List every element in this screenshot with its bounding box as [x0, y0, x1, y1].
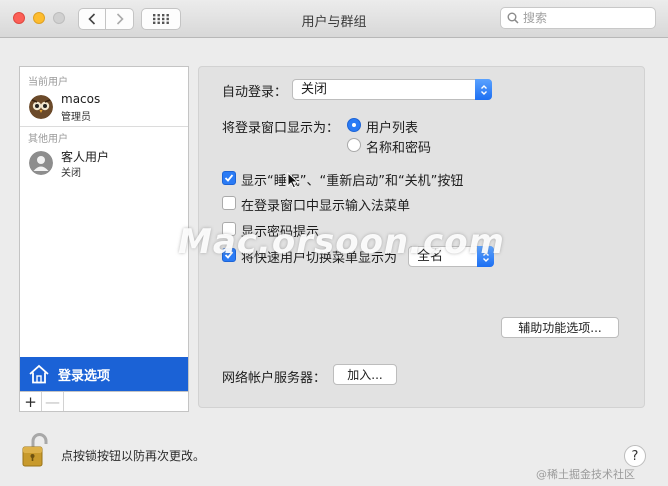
- auto-login-label: 自动登录：: [222, 85, 288, 100]
- network-server-label: 网络帐户服务器：: [222, 371, 327, 386]
- login-options-label: 登录选项: [58, 368, 111, 384]
- radio-name-password-label: 名称和密码: [366, 141, 432, 156]
- unlocked-padlock-icon: [22, 433, 48, 467]
- radio-user-list[interactable]: [347, 118, 361, 132]
- mouse-pointer-icon: [287, 172, 299, 189]
- current-users-label: 当前用户: [28, 77, 68, 88]
- checkbox-input-menu[interactable]: [222, 196, 236, 210]
- add-user-button[interactable]: +: [20, 392, 42, 411]
- guest-name: 客人用户: [61, 150, 110, 164]
- checkbox-input-menu-label: 在登录窗口中显示输入法菜单: [241, 199, 411, 214]
- search-field[interactable]: [500, 7, 656, 29]
- login-options-item[interactable]: 登录选项: [20, 357, 188, 391]
- users-sidebar: 当前用户 macos 管理员 其他用户 客人用户 关闭 登录选项: [19, 66, 189, 392]
- lock-hint-text: 点按锁按钮以防再次更改。: [61, 449, 206, 463]
- sidebar-divider: [20, 126, 188, 127]
- remove-user-button[interactable]: —: [42, 392, 64, 411]
- source-credit: @稀土掘金技术社区: [536, 468, 635, 481]
- user-role: 管理员: [61, 112, 91, 123]
- updown-chevron-icon: [475, 79, 492, 100]
- accessibility-options-button[interactable]: 辅助功能选项...: [501, 317, 619, 338]
- user-row-guest[interactable]: 客人用户 关闭: [20, 143, 188, 181]
- search-input[interactable]: [523, 11, 643, 25]
- title-bar: 用户与群组: [0, 0, 668, 38]
- guest-status: 关闭: [61, 168, 81, 179]
- help-button[interactable]: ?: [624, 445, 646, 467]
- checkmark-icon: [224, 174, 234, 182]
- radio-user-list-label: 用户列表: [366, 121, 419, 136]
- auto-login-value: 关闭: [301, 82, 328, 97]
- house-icon: [29, 364, 49, 384]
- search-icon: [507, 12, 519, 24]
- user-row-macos[interactable]: macos 管理员: [20, 87, 188, 125]
- checkbox-show-power-buttons-label: 显示“睡眠”、“重新启动”和“关机”按钮: [241, 174, 464, 189]
- login-window-label: 将登录窗口显示为：: [222, 121, 340, 136]
- checkbox-show-power-buttons[interactable]: [222, 171, 236, 185]
- lock-button[interactable]: [20, 432, 52, 468]
- owl-avatar: [29, 95, 53, 119]
- auto-login-select[interactable]: 关闭: [292, 79, 492, 100]
- watermark-text: Mac.orsoon.com: [178, 222, 505, 262]
- sidebar-button-bar: + —: [19, 392, 189, 412]
- user-name: macos: [61, 92, 101, 106]
- radio-name-password[interactable]: [347, 138, 361, 152]
- guest-avatar: [29, 151, 53, 175]
- join-button[interactable]: 加入...: [333, 364, 397, 385]
